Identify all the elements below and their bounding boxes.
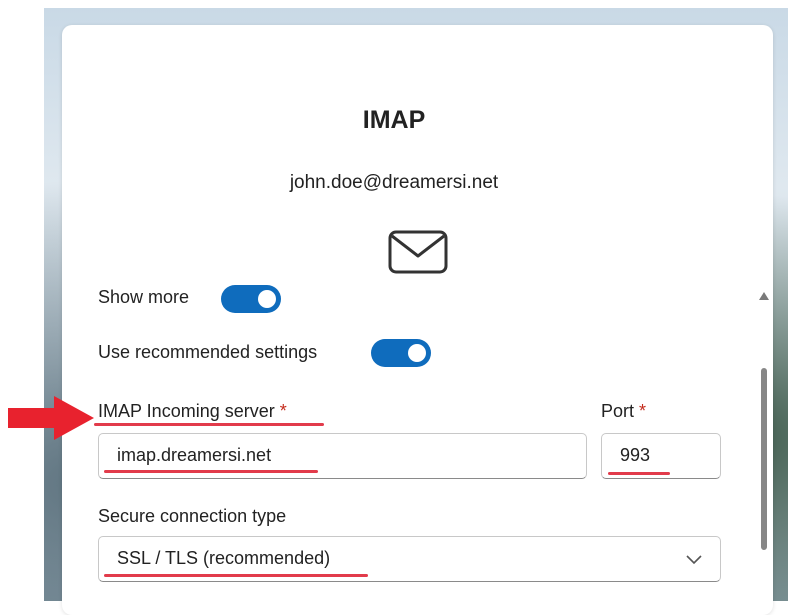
recommended-settings-toggle[interactable] [371,339,431,367]
chevron-down-icon [686,555,702,565]
annotation-underline [104,470,318,473]
required-asterisk: * [639,401,647,421]
toggle-knob [258,290,276,308]
port-label: Port * [601,401,646,422]
incoming-server-value: imap.dreamersi.net [117,445,272,465]
annotation-underline [94,423,324,426]
recommended-settings-label: Use recommended settings [98,342,318,362]
port-value: 993 [620,445,651,465]
envelope-icon [388,230,448,274]
account-email: john.doe@dreamersi.net [289,172,499,193]
dialog-title: IMAP [362,106,426,134]
annotation-underline [104,574,368,577]
red-arrow-icon [8,396,94,440]
show-more-label: Show more [98,287,190,307]
secure-connection-label: Secure connection type [98,506,287,526]
required-asterisk: * [279,401,287,421]
secure-connection-value: SSL / TLS (recommended) [117,548,331,568]
scrollbar-thumb[interactable] [761,368,767,550]
show-more-toggle[interactable] [221,285,281,313]
incoming-server-label-text: IMAP Incoming server [98,401,275,421]
toggle-knob [408,344,426,362]
incoming-server-label: IMAP Incoming server * [98,401,287,422]
scroll-up-arrow-icon[interactable] [759,292,769,300]
port-label-text: Port [601,401,635,421]
annotation-underline [608,472,670,475]
